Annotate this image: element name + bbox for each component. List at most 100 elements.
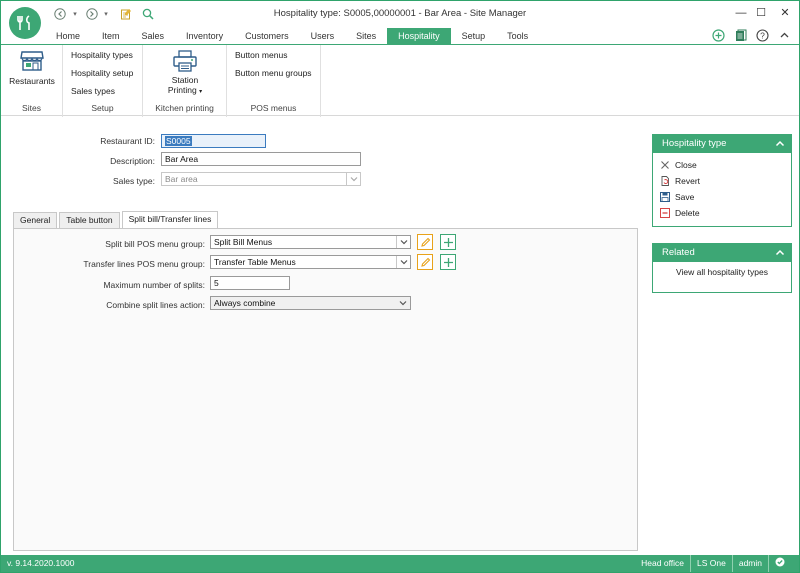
ribbon-right-icons: ? <box>709 26 793 44</box>
sales-type-select: Bar area <box>161 172 361 186</box>
connection-icon <box>768 555 791 572</box>
printing-label: Printing <box>167 85 197 95</box>
split-bill-panel <box>13 228 638 551</box>
combine-action-value: Always combine <box>214 298 276 308</box>
split-bill-group-select[interactable]: Split Bill Menus <box>210 235 411 249</box>
combine-action-select[interactable]: Always combine <box>210 296 411 310</box>
delete-icon <box>660 208 670 218</box>
tab-tools[interactable]: Tools <box>496 28 539 44</box>
combine-action-label: Combine split lines action: <box>106 300 205 310</box>
ribbon-group-sites: Restaurants Sites <box>1 45 63 117</box>
close-action-label: Close <box>675 160 697 170</box>
revert-action-label: Revert <box>675 176 701 186</box>
chevron-up-icon[interactable] <box>775 139 785 149</box>
chevron-down-icon[interactable] <box>396 256 410 268</box>
add-transfer-group-button[interactable] <box>440 254 456 270</box>
chevron-down-icon[interactable] <box>396 236 410 248</box>
tab-split-bill-transfer-lines[interactable]: Split bill/Transfer lines <box>121 211 219 228</box>
revert-icon <box>661 176 669 186</box>
description-label: Description: <box>110 156 155 166</box>
ribbon-group-setup: Hospitality types Hospitality setup Sale… <box>63 45 143 117</box>
window-title: Hospitality type: S0005,00000001 - Bar A… <box>273 8 527 19</box>
documents-icon[interactable] <box>731 26 749 44</box>
restaurants-label: Restaurants <box>9 76 55 86</box>
restaurant-id-field[interactable]: S0005 <box>161 134 266 148</box>
related-panel: Related View all hospitality types <box>652 243 792 293</box>
station-printing-button[interactable]: Station Printing ▾ <box>153 49 217 95</box>
edit-split-bill-group-button[interactable] <box>417 234 433 250</box>
split-bill-group-label: Split bill POS menu group: <box>105 239 205 249</box>
transfer-group-select[interactable]: Transfer Table Menus <box>210 255 411 269</box>
save-action-label: Save <box>675 192 695 202</box>
chevron-down-icon <box>346 173 360 185</box>
ribbon-group-kitchen-printing: Station Printing ▾ Kitchen printing <box>143 45 227 117</box>
split-bill-group-value: Split Bill Menus <box>214 237 273 247</box>
max-splits-field[interactable]: 5 <box>210 276 290 290</box>
ribbon-tabs: Home Item Sales Inventory Customers User… <box>45 28 539 44</box>
tab-sites[interactable]: Sites <box>345 28 387 44</box>
hospitality-type-panel-header[interactable]: Hospitality type <box>653 135 791 153</box>
chevron-down-icon[interactable] <box>396 297 410 309</box>
tab-setup[interactable]: Setup <box>451 28 497 44</box>
title-bar: ▾ ▾ Hospitality type: S0005,00000001 - B… <box>1 1 799 39</box>
restaurant-id-value: S0005 <box>165 136 192 146</box>
sales-type-label: Sales type: <box>112 176 155 186</box>
status-bar: v. 9.14.2020.1000 Head office LS One adm… <box>1 555 799 572</box>
view-all-hospitality-types-link[interactable]: View all hospitality types <box>653 267 791 277</box>
product-text: LS One <box>690 555 732 572</box>
help-icon[interactable]: ? <box>753 26 771 44</box>
station-dropdown-icon: ▾ <box>199 89 203 95</box>
add-split-bill-group-button[interactable] <box>440 234 456 250</box>
ribbon-group-pos-menus: Button menus Button menu groups POS menu… <box>227 45 321 117</box>
pencil-icon <box>420 257 430 267</box>
ribbon: Restaurants Sites Hospitality types Hosp… <box>1 44 799 117</box>
close-button[interactable]: ✕ <box>773 4 797 22</box>
group-label-setup: Setup <box>91 103 114 113</box>
plus-icon <box>443 237 453 247</box>
close-icon <box>661 161 669 169</box>
station-label: Station <box>171 75 199 85</box>
revert-action[interactable]: Revert <box>653 173 791 189</box>
hospitality-types-button[interactable]: Hospitality types <box>71 50 133 60</box>
related-panel-header[interactable]: Related <box>653 244 791 262</box>
application-window: ▾ ▾ Hospitality type: S0005,00000001 - B… <box>0 0 800 573</box>
chevron-up-icon[interactable] <box>775 248 785 258</box>
hospitality-type-panel: Hospitality type Close Revert Save Delet… <box>652 134 792 227</box>
tab-table-button[interactable]: Table button <box>59 212 120 228</box>
status-right: Head office LS One admin <box>635 555 791 572</box>
transfer-group-value: Transfer Table Menus <box>214 257 296 267</box>
hospitality-type-panel-title: Hospitality type <box>662 138 727 149</box>
maximize-button[interactable]: ☐ <box>749 4 773 22</box>
edit-transfer-group-button[interactable] <box>417 254 433 270</box>
sales-type-value: Bar area <box>165 174 198 184</box>
transfer-group-label: Transfer lines POS menu group: <box>83 259 205 269</box>
tab-users[interactable]: Users <box>300 28 346 44</box>
button-menu-groups-button[interactable]: Button menu groups <box>235 68 312 78</box>
related-panel-title: Related <box>662 247 695 258</box>
tab-general[interactable]: General <box>13 212 58 228</box>
location-text: Head office <box>641 558 685 568</box>
save-action[interactable]: Save <box>653 189 791 205</box>
tab-home[interactable]: Home <box>45 28 91 44</box>
tab-sales[interactable]: Sales <box>131 28 176 44</box>
pencil-icon <box>420 237 430 247</box>
hospitality-setup-button[interactable]: Hospitality setup <box>71 68 133 78</box>
svg-text:?: ? <box>760 30 765 40</box>
restaurants-button[interactable]: Restaurants <box>5 50 59 86</box>
restaurant-id-label: Restaurant ID: <box>100 136 155 146</box>
description-field[interactable]: Bar Area <box>161 152 361 166</box>
close-action[interactable]: Close <box>653 157 791 173</box>
group-label-pos-menus: POS menus <box>250 103 297 113</box>
sales-types-button[interactable]: Sales types <box>71 86 115 96</box>
tab-inventory[interactable]: Inventory <box>175 28 234 44</box>
delete-action[interactable]: Delete <box>653 205 791 221</box>
button-menus-button[interactable]: Button menus <box>235 50 287 60</box>
tab-customers[interactable]: Customers <box>234 28 300 44</box>
add-circle-icon[interactable] <box>709 26 727 44</box>
collapse-ribbon-icon[interactable] <box>775 26 793 44</box>
plus-icon <box>443 257 453 267</box>
tab-hospitality[interactable]: Hospitality <box>387 28 451 44</box>
form-tabs: General Table button Split bill/Transfer… <box>13 211 220 229</box>
version-text: v. 9.14.2020.1000 <box>7 558 75 568</box>
tab-item[interactable]: Item <box>91 28 131 44</box>
